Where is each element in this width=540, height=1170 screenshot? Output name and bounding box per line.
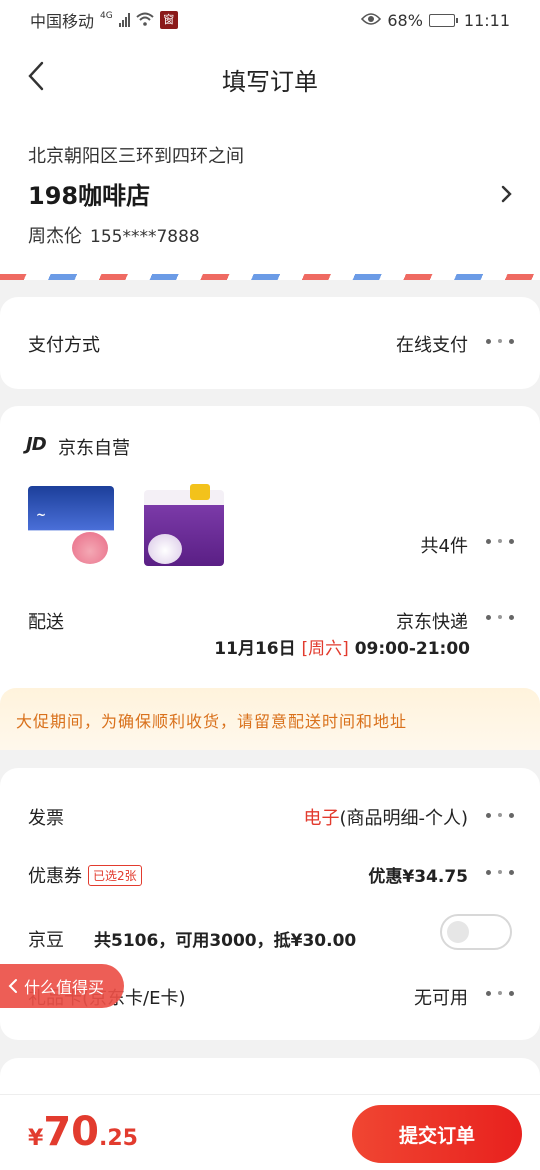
invoice-type: 电子 (303, 808, 340, 829)
delivery-weekday: [周六] (301, 639, 349, 659)
submit-order-button[interactable]: 提交订单 (352, 1105, 522, 1163)
address-shop-name: 198咖啡店 (28, 182, 151, 210)
jingdou-toggle[interactable] (440, 914, 512, 950)
delivery-date: 11月16日 (214, 639, 296, 659)
more-icon[interactable] (486, 811, 514, 819)
address-line: 北京朝阳区三环到四环之间 (28, 146, 244, 167)
invoice-value[interactable]: 电子(商品明细-个人) (303, 804, 468, 830)
price-decimal: .25 (98, 1126, 138, 1151)
delivery-method[interactable]: 京东快递 (396, 608, 468, 634)
jd-logo: JD (26, 434, 47, 455)
promo-text: 大促期间，为确保顺利收货，请留意配送时间和地址 (16, 712, 408, 731)
wifi-icon (136, 11, 154, 30)
more-icon (486, 337, 514, 345)
store-card: JD 京东自营 ~ 共4件 配送 京东快递 11月16日 [周六] 09:00-… (0, 406, 540, 706)
page-title: 填写订单 (222, 68, 318, 96)
clock: 11:11 (463, 10, 510, 30)
status-left: 中国移动 4G 窗 (30, 8, 178, 32)
total-price: ¥70.25 (28, 1109, 138, 1155)
airmail-border (0, 274, 540, 280)
coupon-row-label: 优惠券 已选2张 (28, 862, 142, 888)
store-name: 京东自营 (58, 438, 130, 459)
price-currency: ¥ (28, 1126, 44, 1151)
network-label: 4G (100, 11, 113, 21)
coupon-selected-tag: 已选2张 (88, 865, 142, 886)
bottom-bar: ¥70.25 提交订单 (0, 1094, 540, 1170)
gift-card-value[interactable]: 无可用 (414, 984, 468, 1010)
invoice-label: 发票 (28, 808, 64, 829)
contact-name: 周杰伦 (28, 226, 82, 247)
jingdou-label: 京豆 (28, 930, 64, 951)
product-count[interactable]: 共4件 (421, 532, 468, 558)
status-bar: 中国移动 4G 窗 68% 11:11 (0, 0, 540, 40)
float-tab-label: 什么值得买 (24, 978, 105, 997)
chevron-right-icon (501, 185, 512, 203)
more-icon[interactable] (486, 613, 514, 621)
carrier-label: 中国移动 (30, 12, 95, 31)
toggle-knob (447, 921, 469, 943)
more-icon[interactable] (486, 989, 514, 997)
battery-percent: 68% (387, 10, 423, 30)
delivery-time: 11月16日 [周六] 09:00-21:00 (214, 634, 470, 659)
address-card[interactable]: 北京朝阳区三环到四环之间 198咖啡店 周杰伦 155****7888 (0, 116, 540, 280)
payment-label: 支付方式 (28, 335, 100, 356)
notification-badge: 窗 (159, 11, 178, 29)
contact-phone: 155****7888 (90, 227, 200, 247)
signal-icon (118, 13, 130, 27)
delivery-slot: 09:00-21:00 (354, 639, 470, 659)
float-tab[interactable]: 什么值得买 (0, 964, 124, 1008)
status-right: 68% 11:11 (361, 11, 510, 30)
coupon-label: 优惠券 (28, 866, 82, 887)
price-integer: 70 (43, 1109, 99, 1155)
product-image[interactable] (134, 480, 226, 572)
product-brand-mark: ~ (36, 508, 47, 522)
page-header: 填写订单 (0, 40, 540, 116)
more-icon[interactable] (486, 868, 514, 876)
coupon-value[interactable]: 优惠¥34.75 (368, 862, 468, 887)
product-image[interactable]: ~ (24, 480, 116, 572)
promo-banner: 大促期间，为确保顺利收货，请留意配送时间和地址 (0, 688, 540, 750)
eye-icon (361, 11, 382, 30)
address-contact: 周杰伦 155****7888 (28, 222, 200, 248)
payment-value: 在线支付 (396, 335, 468, 356)
battery-icon (428, 13, 458, 27)
delivery-label: 配送 (28, 612, 64, 633)
chevron-left-icon (8, 979, 17, 993)
jingdou-detail: 共5106，可用3000，抵¥30.00 (94, 931, 357, 951)
invoice-detail: (商品明细-个人) (339, 808, 468, 829)
payment-method-card[interactable]: 支付方式 在线支付 (0, 297, 540, 389)
more-icon[interactable] (486, 537, 514, 545)
